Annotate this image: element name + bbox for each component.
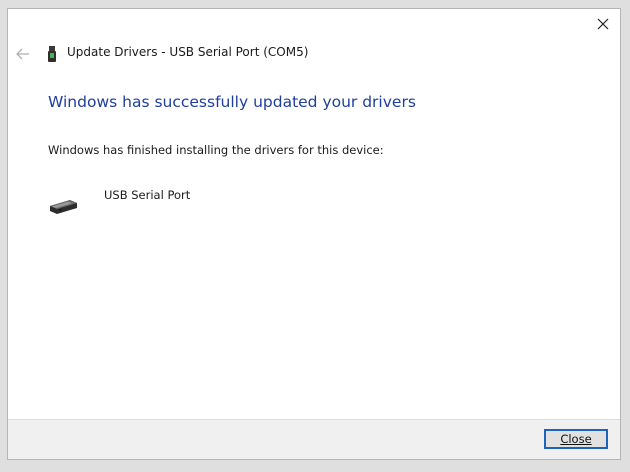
- back-arrow-icon[interactable]: [16, 47, 30, 61]
- title-bar: [8, 9, 620, 39]
- close-button-label: Close: [560, 432, 592, 446]
- update-drivers-dialog: Update Drivers - USB Serial Port (COM5) …: [7, 8, 621, 460]
- dialog-footer: Close: [8, 419, 620, 459]
- usb-cable-icon: [50, 200, 77, 214]
- usb-device-icon: [48, 46, 56, 62]
- wizard-header: Update Drivers - USB Serial Port (COM5): [8, 42, 620, 66]
- close-icon[interactable]: [592, 13, 614, 35]
- page-heading: Windows has successfully updated your dr…: [48, 93, 416, 111]
- device-name: USB Serial Port: [104, 188, 191, 202]
- wizard-title: Update Drivers - USB Serial Port (COM5): [67, 45, 309, 59]
- status-message: Windows has finished installing the driv…: [48, 143, 384, 157]
- close-button[interactable]: Close: [544, 429, 608, 449]
